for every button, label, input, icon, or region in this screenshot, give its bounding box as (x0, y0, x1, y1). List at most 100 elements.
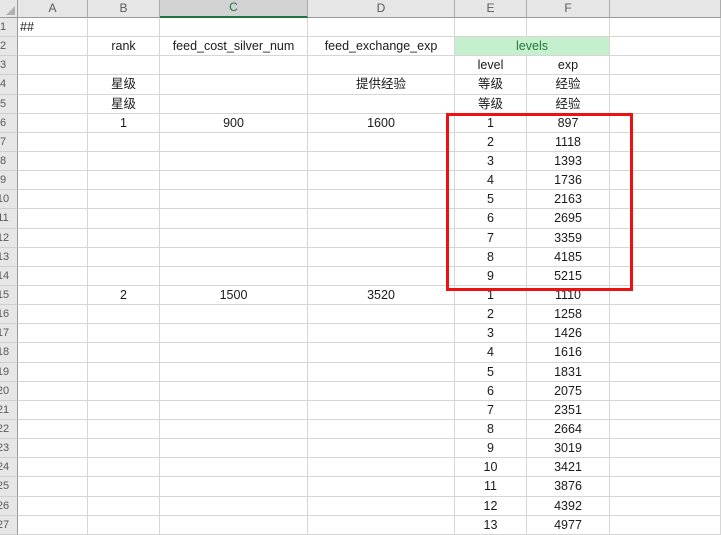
cell-D7[interactable] (308, 133, 455, 152)
row-header-9[interactable]: 9 (0, 171, 18, 190)
cell-A10[interactable] (18, 190, 88, 209)
cell-A19[interactable] (18, 363, 88, 382)
cell-C11[interactable] (160, 209, 308, 228)
cell-D5[interactable] (308, 95, 455, 114)
column-header-D[interactable]: D (308, 0, 455, 18)
cell-F22[interactable]: 2664 (527, 420, 610, 439)
row-header-24[interactable]: 24 (0, 458, 18, 477)
cell-E6[interactable]: 1 (455, 114, 527, 133)
cell-A25[interactable] (18, 477, 88, 496)
cell-B16[interactable] (88, 305, 160, 324)
row-header-4[interactable]: 4 (0, 75, 18, 94)
cell-F26[interactable]: 4392 (527, 497, 610, 516)
row-header-10[interactable]: 10 (0, 190, 18, 209)
cell-E27[interactable]: 13 (455, 516, 527, 535)
cell-B24[interactable] (88, 458, 160, 477)
cell-E10[interactable]: 5 (455, 190, 527, 209)
cell-E15[interactable]: 1 (455, 286, 527, 305)
cell-C24[interactable] (160, 458, 308, 477)
cell-B2[interactable]: rank (88, 37, 160, 56)
row-header-11[interactable]: 11 (0, 209, 18, 228)
cell-F5[interactable]: 经验 (527, 95, 610, 114)
cell-F1[interactable] (527, 18, 610, 37)
row-header-23[interactable]: 23 (0, 439, 18, 458)
cell-C3[interactable] (160, 56, 308, 75)
cell-G7[interactable] (610, 133, 721, 152)
cell-A17[interactable] (18, 324, 88, 343)
cell-E8[interactable]: 3 (455, 152, 527, 171)
cell-F18[interactable]: 1616 (527, 343, 610, 362)
cell-G19[interactable] (610, 363, 721, 382)
cell-A22[interactable] (18, 420, 88, 439)
cell-F3[interactable]: exp (527, 56, 610, 75)
cell-B11[interactable] (88, 209, 160, 228)
cell-E3[interactable]: level (455, 56, 527, 75)
cell-G27[interactable] (610, 516, 721, 535)
cell-F25[interactable]: 3876 (527, 477, 610, 496)
column-header-A[interactable]: A (18, 0, 88, 18)
cell-C18[interactable] (160, 343, 308, 362)
cell-D27[interactable] (308, 516, 455, 535)
cell-F8[interactable]: 1393 (527, 152, 610, 171)
cell-F15[interactable]: 1110 (527, 286, 610, 305)
cell-E14[interactable]: 9 (455, 267, 527, 286)
cell-B5[interactable]: 星级 (88, 95, 160, 114)
cell-A2[interactable] (18, 37, 88, 56)
cell-F6[interactable]: 897 (527, 114, 610, 133)
cell-F10[interactable]: 2163 (527, 190, 610, 209)
cell-C26[interactable] (160, 497, 308, 516)
cell-D18[interactable] (308, 343, 455, 362)
cell-C8[interactable] (160, 152, 308, 171)
cell-D26[interactable] (308, 497, 455, 516)
cell-E7[interactable]: 2 (455, 133, 527, 152)
cell-A26[interactable] (18, 497, 88, 516)
cell-B1[interactable] (88, 18, 160, 37)
cell-D10[interactable] (308, 190, 455, 209)
cell-C4[interactable] (160, 75, 308, 94)
row-header-13[interactable]: 13 (0, 248, 18, 267)
row-header-12[interactable]: 12 (0, 229, 18, 248)
cell-A4[interactable] (18, 75, 88, 94)
cell-E5[interactable]: 等级 (455, 95, 527, 114)
cell-A14[interactable] (18, 267, 88, 286)
cell-F9[interactable]: 1736 (527, 171, 610, 190)
cell-F17[interactable]: 1426 (527, 324, 610, 343)
cell-G22[interactable] (610, 420, 721, 439)
cell-A7[interactable] (18, 133, 88, 152)
cell-B17[interactable] (88, 324, 160, 343)
cell-C27[interactable] (160, 516, 308, 535)
cell-F7[interactable]: 1118 (527, 133, 610, 152)
row-header-22[interactable]: 22 (0, 420, 18, 439)
cell-B18[interactable] (88, 343, 160, 362)
column-header-E[interactable]: E (455, 0, 527, 18)
cell-G14[interactable] (610, 267, 721, 286)
cell-C21[interactable] (160, 401, 308, 420)
cell-G3[interactable] (610, 56, 721, 75)
cell-D17[interactable] (308, 324, 455, 343)
cell-F11[interactable]: 2695 (527, 209, 610, 228)
cell-B15[interactable]: 2 (88, 286, 160, 305)
cell-E19[interactable]: 5 (455, 363, 527, 382)
cell-B4[interactable]: 星级 (88, 75, 160, 94)
row-header-16[interactable]: 16 (0, 305, 18, 324)
cell-E18[interactable]: 4 (455, 343, 527, 362)
cell-B22[interactable] (88, 420, 160, 439)
cell-A8[interactable] (18, 152, 88, 171)
cell-C1[interactable] (160, 18, 308, 37)
row-header-14[interactable]: 14 (0, 267, 18, 286)
cell-E9[interactable]: 4 (455, 171, 527, 190)
cell-C10[interactable] (160, 190, 308, 209)
cell-D1[interactable] (308, 18, 455, 37)
cell-C15[interactable]: 1500 (160, 286, 308, 305)
cell-B13[interactable] (88, 248, 160, 267)
cell-A3[interactable] (18, 56, 88, 75)
cell-C19[interactable] (160, 363, 308, 382)
cell-E13[interactable]: 8 (455, 248, 527, 267)
cell-E4[interactable]: 等级 (455, 75, 527, 94)
cell-G2[interactable] (610, 37, 721, 56)
cell-G25[interactable] (610, 477, 721, 496)
row-header-19[interactable]: 19 (0, 363, 18, 382)
cell-F13[interactable]: 4185 (527, 248, 610, 267)
cell-G4[interactable] (610, 75, 721, 94)
row-header-27[interactable]: 27 (0, 516, 18, 535)
